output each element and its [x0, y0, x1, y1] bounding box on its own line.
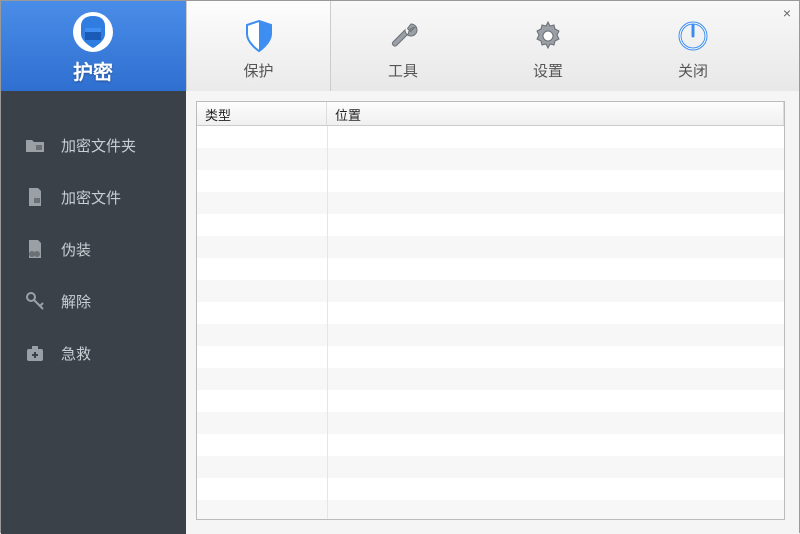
column-header-type[interactable]: 类型 — [197, 102, 327, 125]
sidebar-item-disguise[interactable]: 伪装 — [1, 223, 186, 275]
table-header: 类型 位置 — [197, 102, 784, 126]
tab-settings-label: 设置 — [533, 60, 563, 81]
file-lock-icon — [23, 185, 47, 209]
tab-tools-label: 工具 — [388, 60, 418, 81]
wrench-icon — [385, 12, 421, 60]
key-icon — [23, 289, 47, 313]
sidebar-item-label: 急救 — [61, 343, 91, 364]
app-logo-icon — [71, 8, 115, 56]
folder-lock-icon — [23, 133, 47, 157]
tab-close[interactable]: 关闭 — [621, 1, 766, 91]
data-table: 类型 位置 — [196, 101, 785, 520]
table-body — [197, 126, 784, 519]
sidebar-item-remove[interactable]: 解除 — [1, 275, 186, 327]
sidebar-item-label: 加密文件 — [61, 187, 121, 208]
sidebar: 加密文件夹 加密文件 伪装 解除 急救 — [1, 91, 186, 534]
content-area: 类型 位置 — [186, 91, 799, 534]
sidebar-item-label: 解除 — [61, 291, 91, 312]
sidebar-item-label: 伪装 — [61, 239, 91, 260]
firstaid-icon — [23, 341, 47, 365]
tab-tools[interactable]: 工具 — [331, 1, 476, 91]
top-toolbar: × 护密 保护 工具 — [1, 1, 799, 91]
shield-icon — [241, 12, 277, 60]
tab-primary-label: 护密 — [73, 56, 113, 85]
tab-primary-humi[interactable]: 护密 — [1, 1, 186, 91]
tab-settings[interactable]: 设置 — [476, 1, 621, 91]
sidebar-item-rescue[interactable]: 急救 — [1, 327, 186, 379]
sidebar-item-encrypt-file[interactable]: 加密文件 — [1, 171, 186, 223]
sidebar-item-encrypt-folder[interactable]: 加密文件夹 — [1, 119, 186, 171]
sidebar-item-label: 加密文件夹 — [61, 135, 136, 156]
gear-icon — [530, 12, 566, 60]
tab-protect[interactable]: 保护 — [186, 1, 331, 91]
column-header-location[interactable]: 位置 — [327, 102, 784, 125]
body-area: 加密文件夹 加密文件 伪装 解除 急救 — [1, 91, 799, 534]
power-icon — [675, 12, 711, 60]
close-icon[interactable]: × — [783, 5, 791, 21]
tab-protect-label: 保护 — [243, 60, 273, 81]
tab-close-label: 关闭 — [678, 60, 708, 81]
mask-icon — [23, 237, 47, 261]
